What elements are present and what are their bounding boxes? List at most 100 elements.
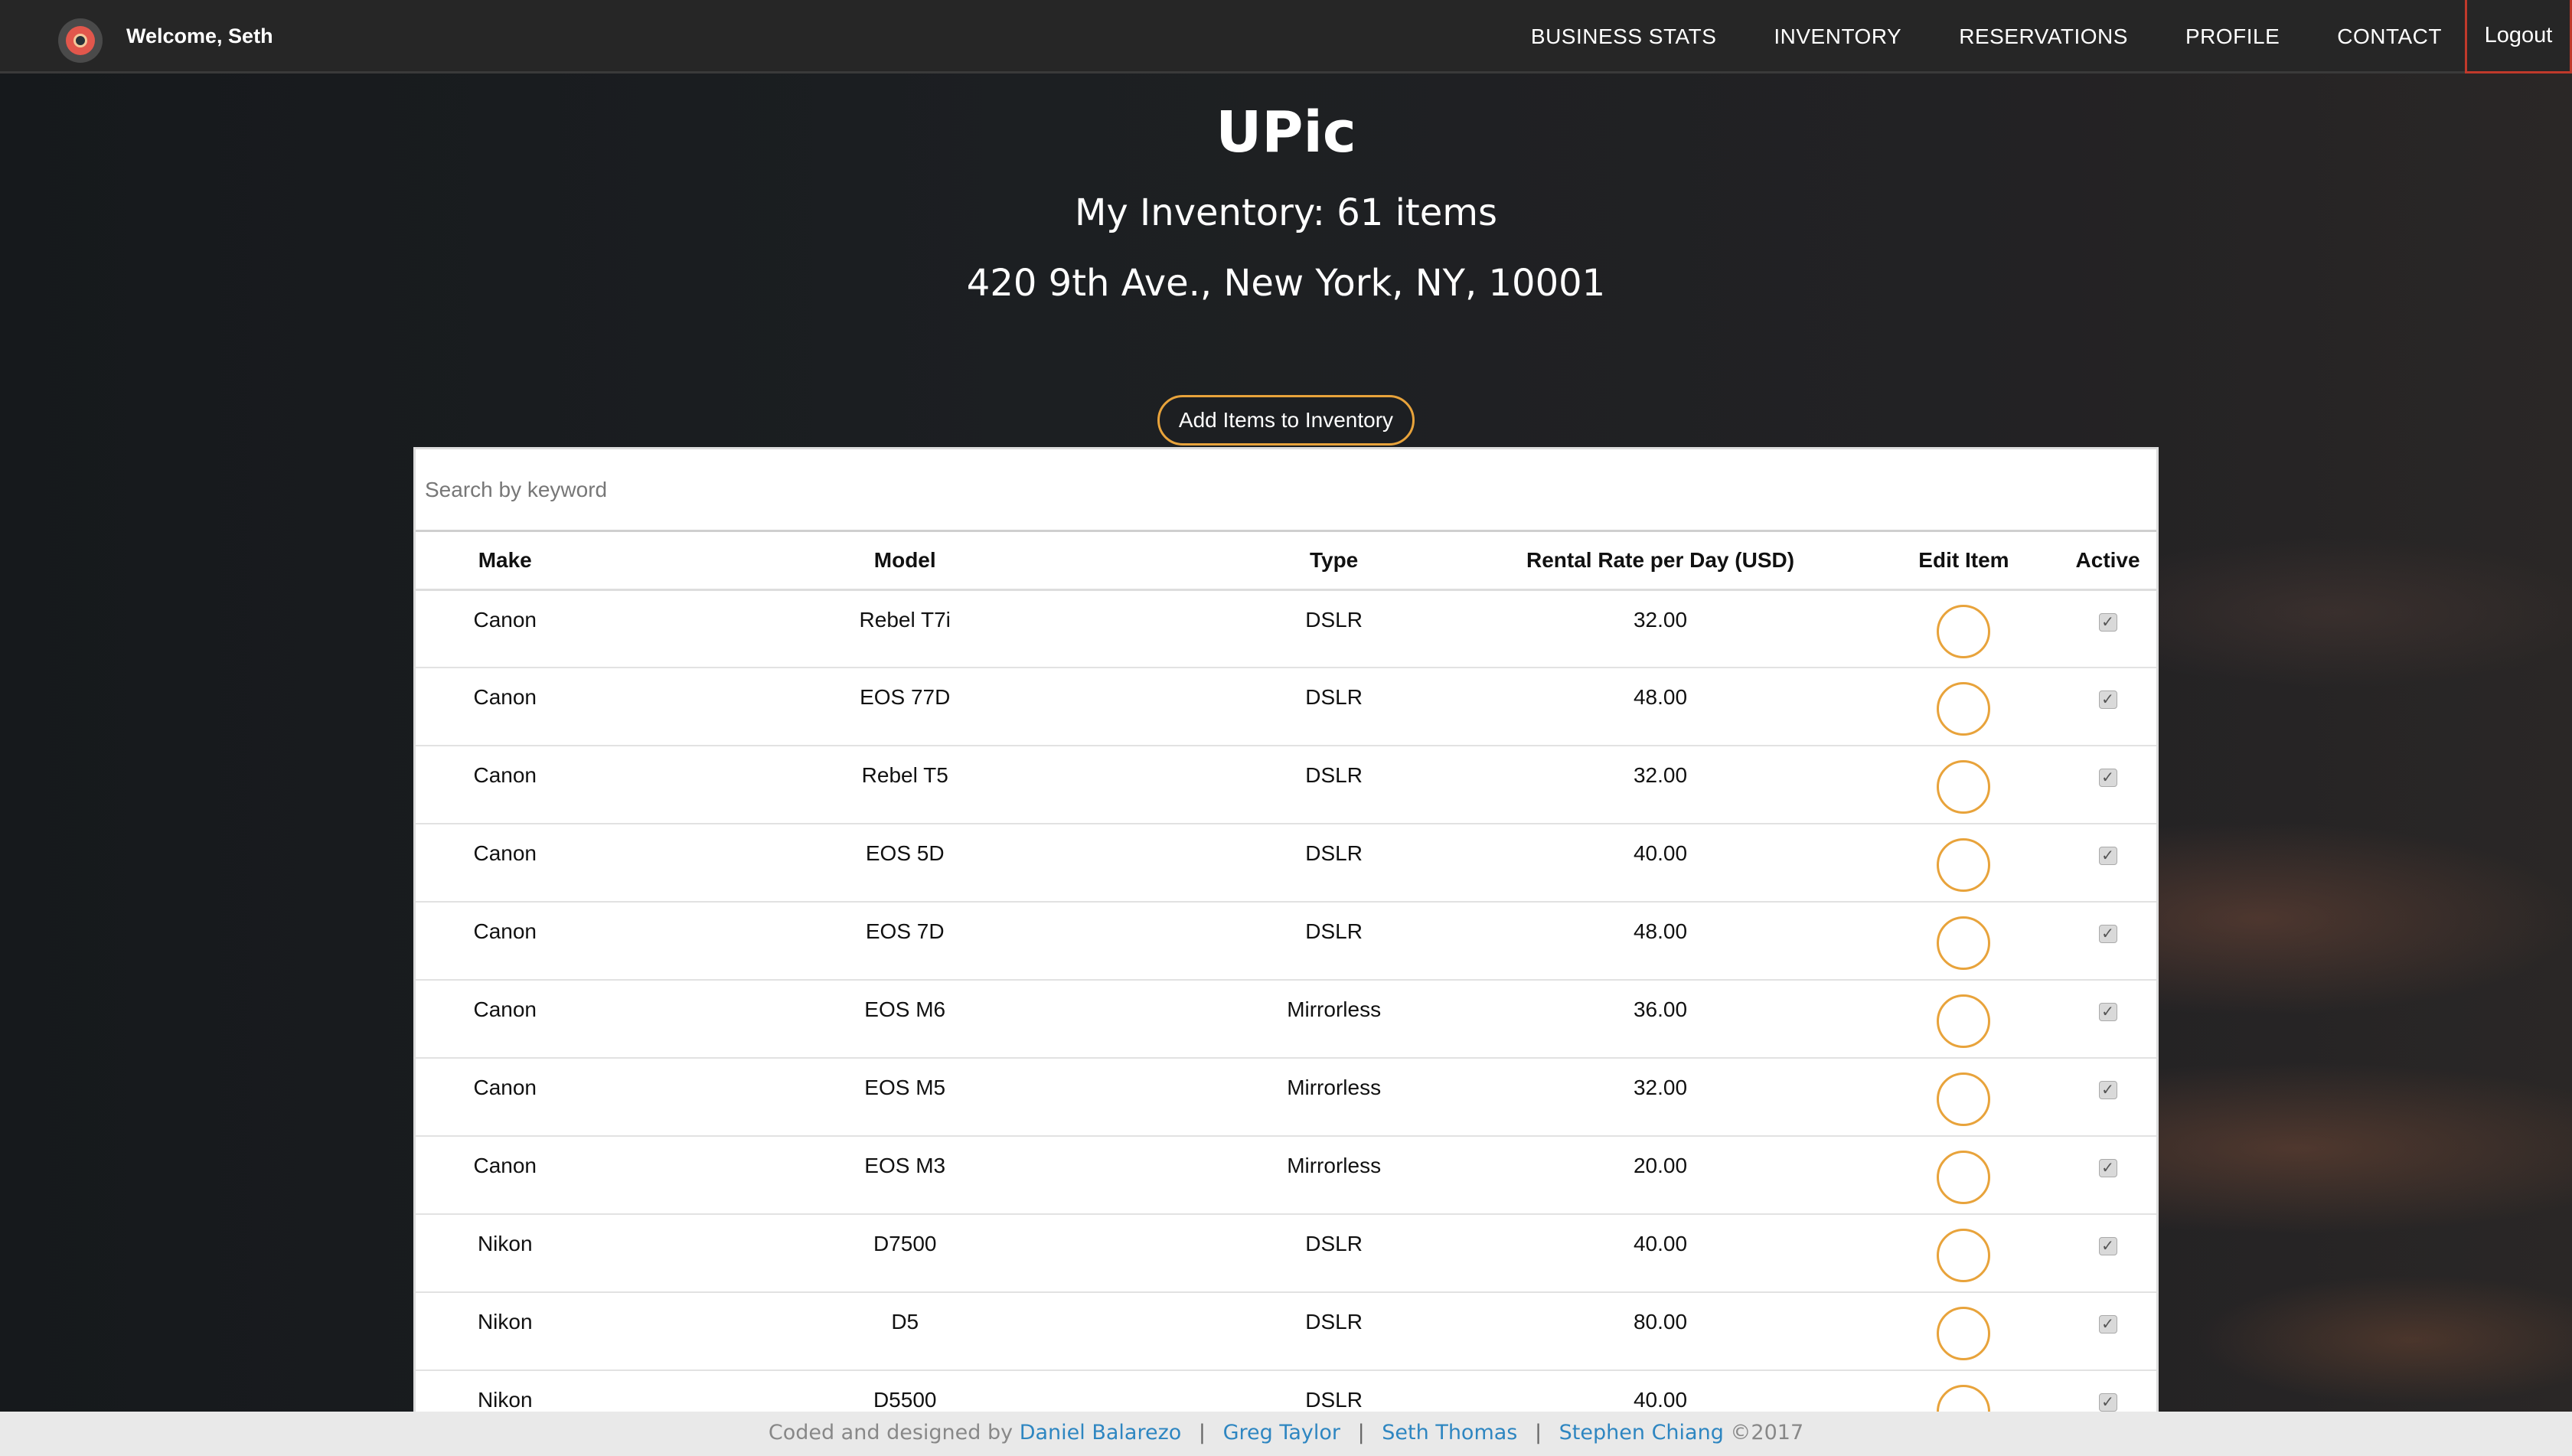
camera-logo-icon[interactable] [58,18,103,63]
navbar: Welcome, Seth BUSINESS STATS INVENTORY R… [0,0,2572,73]
active-checkbox[interactable]: ✓ [2098,847,2117,865]
nav-links: BUSINESS STATS INVENTORY RESERVATIONS PR… [1474,0,2572,73]
table-row: Canon Rebel T5 DSLR 32.00 ✓ [416,746,2156,824]
cell-model: EOS M3 [594,1136,1216,1215]
footer-separator: | [1198,1421,1206,1445]
edit-item-button[interactable] [1937,1307,1991,1360]
cell-edit [1868,1292,2060,1371]
cell-active: ✓ [2059,824,2156,903]
active-checkbox[interactable]: ✓ [2098,1237,2117,1255]
cell-rate: 40.00 [1452,1214,1869,1293]
header-model[interactable]: Model [594,532,1216,591]
cell-make: Nikon [416,1214,595,1293]
cell-type: DSLR [1215,589,1453,668]
cell-active: ✓ [2059,668,2156,746]
nav-business-stats[interactable]: BUSINESS STATS [1531,24,1716,49]
edit-item-button[interactable] [1937,604,1991,658]
active-checkbox[interactable]: ✓ [2098,690,2117,709]
cell-type: DSLR [1215,824,1453,903]
table-header-row: Make Model Type Rental Rate per Day (USD… [416,532,2156,591]
cell-rate: 40.00 [1452,824,1869,903]
cell-type: DSLR [1215,1214,1453,1293]
cell-model: EOS M5 [594,1058,1216,1137]
table-body: Canon Rebel T7i DSLR 32.00 ✓ Canon EOS 77D DSLR… [416,589,2156,1449]
edit-item-button[interactable] [1937,994,1991,1048]
cell-active: ✓ [2059,902,2156,981]
cell-type: DSLR [1215,746,1453,824]
edit-item-button[interactable] [1937,682,1991,736]
cell-active: ✓ [2059,1214,2156,1293]
cell-model: EOS M6 [594,980,1216,1059]
active-checkbox[interactable]: ✓ [2098,1315,2117,1334]
cell-make: Nikon [416,1292,595,1371]
cell-edit [1868,589,2060,668]
nav-inventory[interactable]: INVENTORY [1774,24,1901,49]
cell-rate: 20.00 [1452,1136,1869,1215]
edit-item-button[interactable] [1937,1229,1991,1282]
active-checkbox[interactable]: ✓ [2098,1159,2117,1177]
header-make[interactable]: Make [416,532,595,591]
author-link[interactable]: Greg Taylor [1223,1421,1340,1445]
edit-item-button[interactable] [1937,916,1991,970]
active-checkbox[interactable]: ✓ [2098,1003,2117,1021]
cell-active: ✓ [2059,980,2156,1059]
cell-make: Canon [416,1058,595,1137]
cell-rate: 32.00 [1452,746,1869,824]
search-input[interactable] [416,449,2156,532]
cell-make: Canon [416,824,595,903]
footer-prefix: Coded and designed by [768,1421,1013,1445]
cell-active: ✓ [2059,1058,2156,1137]
edit-item-button[interactable] [1937,760,1991,814]
cell-type: DSLR [1215,668,1453,746]
author-link[interactable]: Seth Thomas [1382,1421,1517,1445]
edit-item-button[interactable] [1937,1072,1991,1126]
cell-active: ✓ [2059,1292,2156,1371]
logout-button[interactable]: Logout [2465,0,2572,73]
active-checkbox[interactable]: ✓ [2098,925,2117,943]
cell-model: EOS 77D [594,668,1216,746]
cell-type: Mirrorless [1215,980,1453,1059]
add-items-button[interactable]: Add Items to Inventory [1157,395,1415,446]
cell-type: DSLR [1215,1292,1453,1371]
table-row: Canon EOS 5D DSLR 40.00 ✓ [416,824,2156,903]
nav-reservations[interactable]: RESERVATIONS [1959,24,2128,49]
cell-edit [1868,824,2060,903]
cell-edit [1868,746,2060,824]
table-row: Canon EOS M6 Mirrorless 36.00 ✓ [416,980,2156,1059]
cell-make: Canon [416,668,595,746]
footer-separator: | [1357,1421,1365,1445]
cell-rate: 80.00 [1452,1292,1869,1371]
header-type[interactable]: Type [1215,532,1453,591]
cell-model: EOS 5D [594,824,1216,903]
table-row: Canon EOS M3 Mirrorless 20.00 ✓ [416,1136,2156,1215]
edit-item-button[interactable] [1937,838,1991,892]
edit-item-button[interactable] [1937,1151,1991,1204]
header-active: Active [2059,532,2156,591]
nav-contact[interactable]: CONTACT [2337,24,2442,49]
author-link[interactable]: Daniel Balarezo [1020,1421,1182,1445]
cell-edit [1868,1136,2060,1215]
active-checkbox[interactable]: ✓ [2098,769,2117,787]
cell-active: ✓ [2059,1136,2156,1215]
table-row: Nikon D5 DSLR 80.00 ✓ [416,1292,2156,1371]
active-checkbox[interactable]: ✓ [2098,612,2117,632]
welcome-text: Welcome, Seth [126,24,273,47]
header-rate[interactable]: Rental Rate per Day (USD) [1452,532,1869,591]
cell-rate: 48.00 [1452,668,1869,746]
table-row: Canon EOS M5 Mirrorless 32.00 ✓ [416,1058,2156,1137]
nav-profile[interactable]: PROFILE [2185,24,2280,49]
inventory-panel: Make Model Type Rental Rate per Day (USD… [413,447,2159,1456]
active-checkbox[interactable]: ✓ [2098,1081,2117,1099]
cell-make: Canon [416,1136,595,1215]
footer-credits: Coded and designed by Daniel Balarezo | … [0,1421,2572,1445]
cell-model: Rebel T5 [594,746,1216,824]
brand-title: UPic [1216,100,1356,165]
table-row: Canon Rebel T7i DSLR 32.00 ✓ [416,589,2156,668]
cell-edit [1868,1058,2060,1137]
cell-rate: 32.00 [1452,1058,1869,1137]
author-link[interactable]: Stephen Chiang [1559,1421,1724,1445]
table-row: Canon EOS 77D DSLR 48.00 ✓ [416,668,2156,746]
cell-rate: 32.00 [1452,589,1869,668]
active-checkbox[interactable]: ✓ [2098,1393,2117,1412]
table-row: Nikon D7500 DSLR 40.00 ✓ [416,1214,2156,1293]
